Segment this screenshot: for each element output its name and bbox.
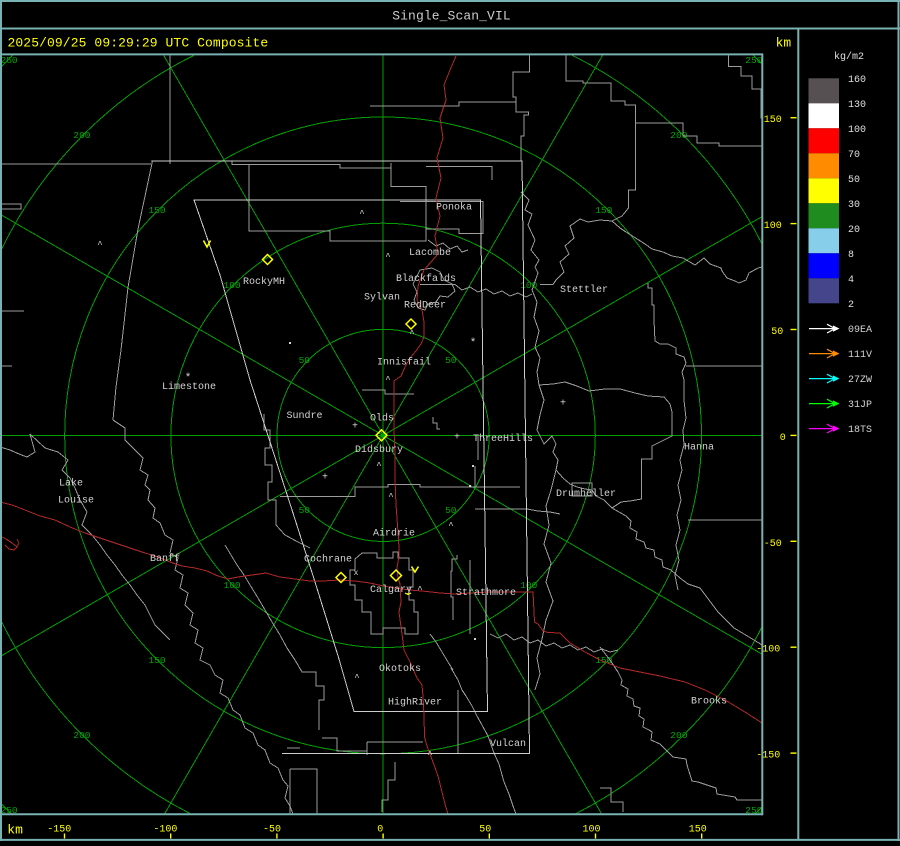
svg-text:100: 100 (582, 824, 600, 835)
svg-text:^: ^ (376, 461, 381, 471)
svg-text:150: 150 (149, 655, 166, 666)
svg-text:8: 8 (848, 250, 854, 261)
svg-text:RedDeer: RedDeer (404, 300, 446, 312)
svg-text:km: km (776, 36, 792, 51)
svg-text:HighRiver: HighRiver (388, 697, 442, 709)
svg-text:100: 100 (848, 125, 866, 136)
svg-text:^: ^ (385, 252, 390, 262)
svg-text:Stettler: Stettler (560, 284, 608, 296)
svg-text:4: 4 (848, 275, 854, 286)
svg-text:Sylvan: Sylvan (364, 292, 400, 304)
svg-text:kg/m2: kg/m2 (834, 51, 864, 63)
svg-text:^: ^ (97, 240, 102, 250)
svg-text:50: 50 (445, 505, 457, 516)
svg-text:-100: -100 (153, 824, 177, 835)
svg-text:160: 160 (848, 75, 866, 86)
svg-text:*: * (470, 338, 477, 350)
svg-text:20: 20 (848, 225, 860, 236)
svg-text:*: * (185, 373, 192, 385)
svg-text:Lake: Lake (59, 478, 83, 490)
svg-text:Banff: Banff (150, 553, 180, 565)
svg-text:Innisfail: Innisfail (377, 357, 431, 369)
svg-text:50: 50 (771, 327, 783, 338)
svg-text:Brooks: Brooks (691, 696, 727, 708)
svg-text:+: + (560, 399, 566, 410)
svg-text:Hanna: Hanna (684, 443, 714, 454)
svg-text:Lacombe: Lacombe (409, 247, 451, 259)
svg-text:18TS: 18TS (848, 425, 872, 436)
svg-text:Vulcan: Vulcan (490, 738, 526, 750)
svg-text:Strathmore: Strathmore (456, 587, 516, 599)
svg-text:Calgary: Calgary (370, 584, 412, 596)
svg-text:Olds: Olds (370, 413, 394, 425)
svg-text:27ZW: 27ZW (848, 375, 872, 386)
svg-text:^: ^ (385, 375, 390, 385)
svg-text:70: 70 (848, 150, 860, 161)
svg-text:250: 250 (745, 55, 762, 66)
svg-text:30: 30 (848, 200, 860, 211)
svg-text:250: 250 (1, 55, 18, 66)
svg-text:50: 50 (299, 355, 311, 366)
svg-text:Ponoka: Ponoka (436, 202, 472, 214)
svg-text:150: 150 (149, 205, 166, 216)
svg-text:x: x (354, 569, 359, 578)
svg-text:0: 0 (377, 824, 383, 835)
svg-text:2025/09/25 09:29:29 UTC Compos: 2025/09/25 09:29:29 UTC Composite (8, 36, 269, 51)
svg-text:+: + (454, 433, 460, 444)
svg-text:50: 50 (445, 355, 457, 366)
svg-text:+: + (352, 422, 358, 433)
svg-text:200: 200 (73, 730, 90, 741)
svg-text:100: 100 (224, 580, 241, 591)
svg-text:150: 150 (595, 205, 612, 216)
svg-text:^: ^ (409, 329, 414, 339)
svg-text:111V: 111V (848, 350, 872, 361)
svg-text:Blackfalds: Blackfalds (396, 273, 456, 285)
svg-text:-150: -150 (47, 824, 71, 835)
svg-text:Didsbury: Didsbury (355, 444, 403, 456)
svg-text:100: 100 (520, 580, 537, 591)
svg-text:Okotoks: Okotoks (379, 663, 421, 675)
svg-text:50: 50 (848, 175, 860, 186)
svg-text:^: ^ (417, 585, 422, 595)
svg-text:-50: -50 (263, 824, 281, 835)
svg-text:150: 150 (764, 115, 782, 126)
svg-text:ThreeHills: ThreeHills (473, 433, 533, 445)
svg-text:Single_Scan_VIL: Single_Scan_VIL (392, 9, 511, 24)
svg-text:Cochrane: Cochrane (304, 554, 352, 566)
svg-text:200: 200 (670, 730, 687, 741)
svg-text:Airdrie: Airdrie (373, 528, 415, 540)
svg-text:-100: -100 (756, 645, 780, 656)
svg-text:Drumheller: Drumheller (556, 488, 616, 500)
svg-text:^: ^ (427, 750, 432, 760)
svg-text:+: + (322, 473, 328, 484)
svg-text:150: 150 (689, 824, 707, 835)
svg-text:RockyMH: RockyMH (243, 276, 285, 288)
svg-text:31JP: 31JP (848, 400, 872, 411)
svg-text:^: ^ (354, 673, 359, 683)
svg-text:130: 130 (848, 100, 866, 111)
svg-text:^: ^ (388, 492, 393, 502)
svg-text:0: 0 (780, 433, 786, 444)
svg-text:km: km (7, 823, 23, 838)
svg-text:09EA: 09EA (848, 325, 872, 336)
svg-text:Sundre: Sundre (287, 410, 323, 422)
svg-text:200: 200 (670, 130, 687, 141)
svg-text:-50: -50 (764, 539, 782, 550)
svg-text:Louise: Louise (58, 495, 94, 507)
svg-text:2: 2 (848, 300, 854, 311)
svg-text:50: 50 (299, 505, 311, 516)
svg-text:^: ^ (359, 209, 364, 219)
svg-text:100: 100 (764, 221, 782, 232)
svg-text:^: ^ (448, 521, 453, 531)
svg-text:-150: -150 (756, 751, 780, 762)
svg-text:100: 100 (224, 280, 241, 291)
svg-text:200: 200 (73, 130, 90, 141)
